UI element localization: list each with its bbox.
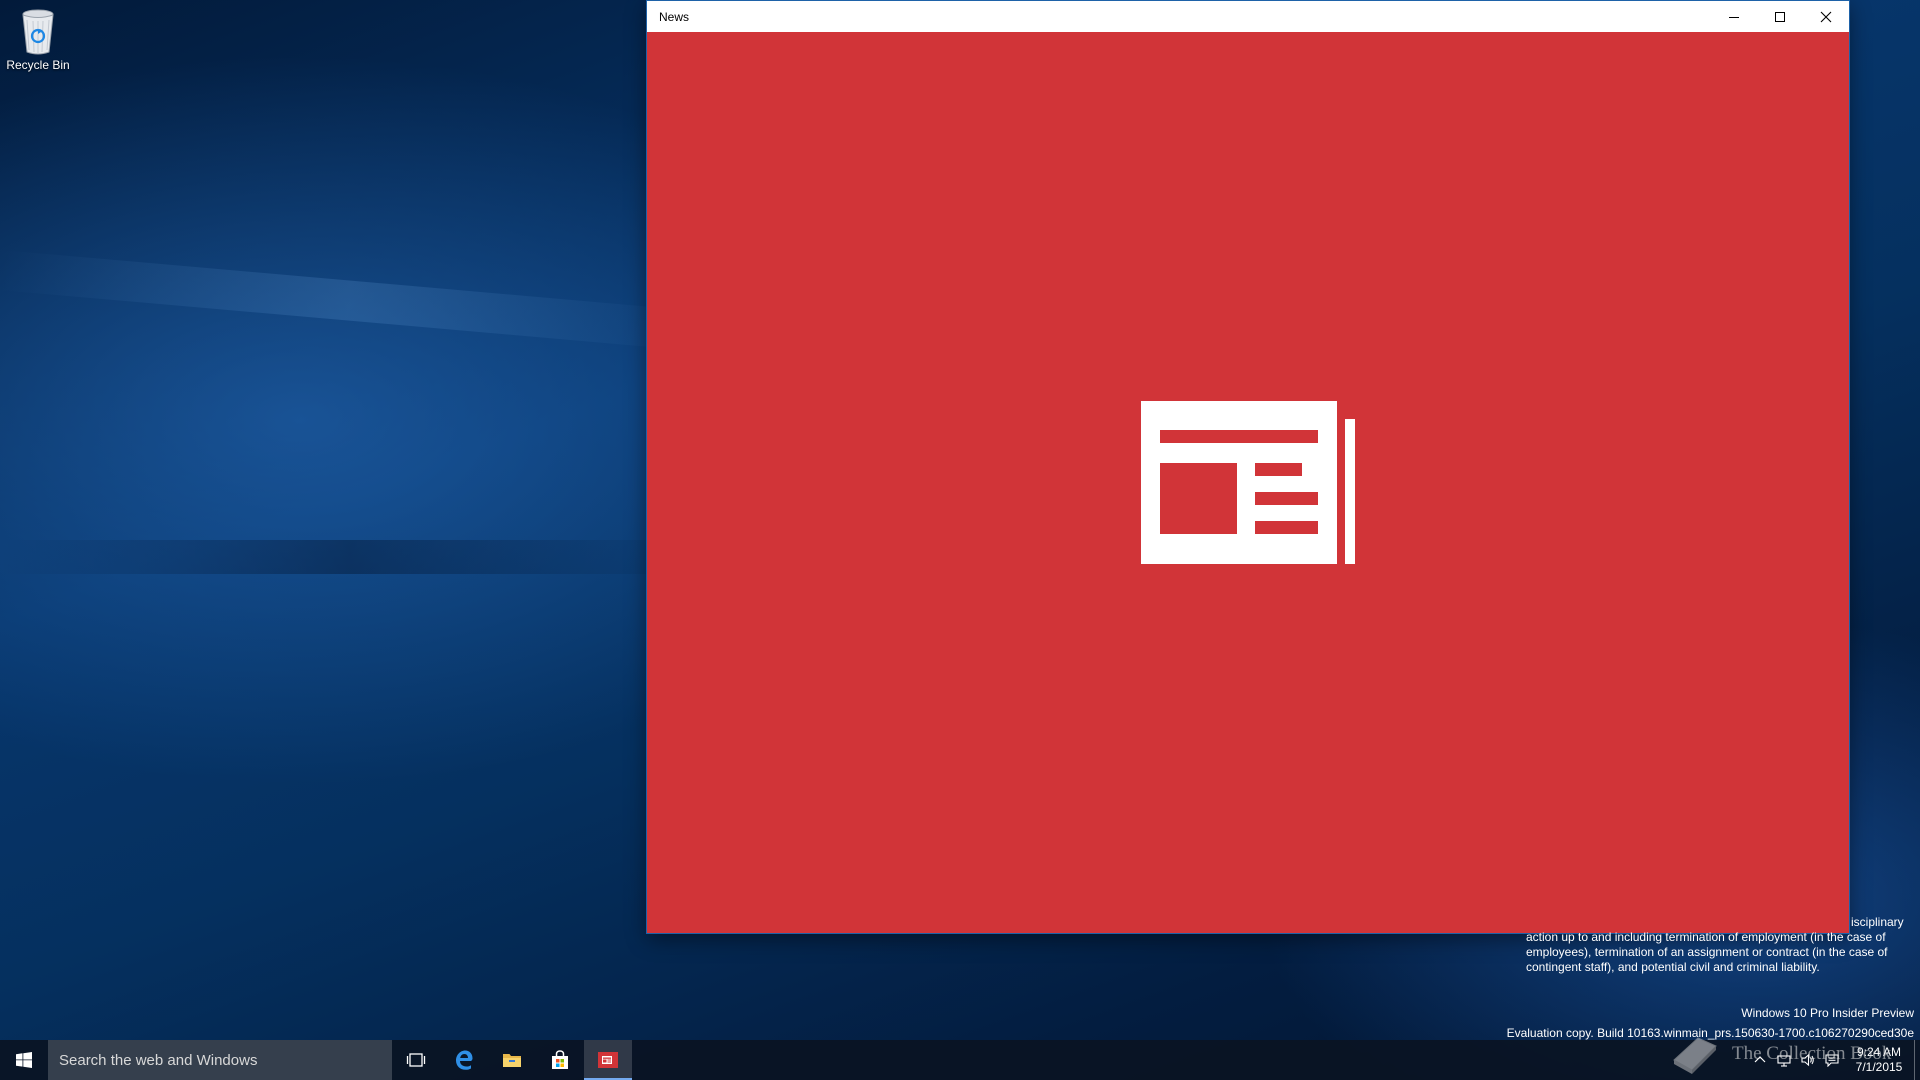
edge-button[interactable] (440, 1040, 488, 1080)
legal-prefix: isciplinary (1851, 915, 1904, 929)
recycle-bin-icon (18, 6, 58, 56)
show-hidden-icons-button[interactable] (1748, 1040, 1772, 1080)
wallpaper-shadow-band (0, 540, 700, 574)
action-center-button[interactable] (1820, 1040, 1844, 1080)
news-icon (598, 1052, 618, 1068)
splash-screen (647, 32, 1849, 933)
close-icon (1820, 11, 1832, 22)
build-info: Evaluation copy. Build 10163.winmain_prs… (1506, 1026, 1914, 1040)
volume-button[interactable] (1796, 1040, 1820, 1080)
wallpaper-light-ray (0, 250, 700, 351)
legal-notice: action up to and including termination o… (1526, 930, 1888, 974)
clock-date: 7/1/2015 (1855, 1060, 1903, 1074)
maximize-icon (1775, 11, 1785, 22)
volume-icon (1801, 1053, 1814, 1067)
edge-icon (456, 1050, 473, 1070)
windows-edition: Windows 10 Pro Insider Preview (1741, 1006, 1914, 1020)
action-center-icon (1825, 1054, 1839, 1067)
minimize-button[interactable] (1711, 1, 1757, 32)
store-button[interactable] (536, 1040, 584, 1080)
task-view-icon (406, 1053, 426, 1067)
file-explorer-button[interactable] (488, 1040, 536, 1080)
search-placeholder: Search the web and Windows (59, 1051, 258, 1069)
newspaper-icon (1141, 401, 1361, 567)
system-tray: 9:24 AM 7/1/2015 (1748, 1040, 1920, 1080)
news-taskbar-button[interactable] (584, 1040, 632, 1080)
task-view-button[interactable] (392, 1040, 440, 1080)
network-button[interactable] (1772, 1040, 1796, 1080)
news-app-window[interactable]: News (647, 0, 1849, 933)
desktop-icon-recycle-bin[interactable]: Recycle Bin (4, 6, 72, 72)
window-titlebar[interactable]: News (647, 0, 1849, 32)
taskbar: Search the web and Windows 9:24 AM 7/1/2… (0, 1040, 1920, 1080)
clock[interactable]: 9:24 AM 7/1/2015 (1844, 1045, 1914, 1075)
search-box[interactable]: Search the web and Windows (48, 1040, 392, 1080)
windows-logo-icon (16, 1052, 32, 1068)
desktop-icon-label: Recycle Bin (6, 58, 70, 72)
start-button[interactable] (0, 1040, 48, 1080)
close-button[interactable] (1803, 1, 1849, 32)
folder-icon (503, 1054, 521, 1067)
show-desktop-button[interactable] (1914, 1040, 1920, 1080)
maximize-button[interactable] (1757, 1, 1803, 32)
window-title: News (659, 9, 690, 24)
network-icon (1777, 1055, 1791, 1067)
clock-time: 9:24 AM (1856, 1045, 1902, 1059)
store-icon (552, 1050, 568, 1069)
minimize-icon (1729, 16, 1739, 18)
chevron-up-icon (1754, 1056, 1766, 1063)
